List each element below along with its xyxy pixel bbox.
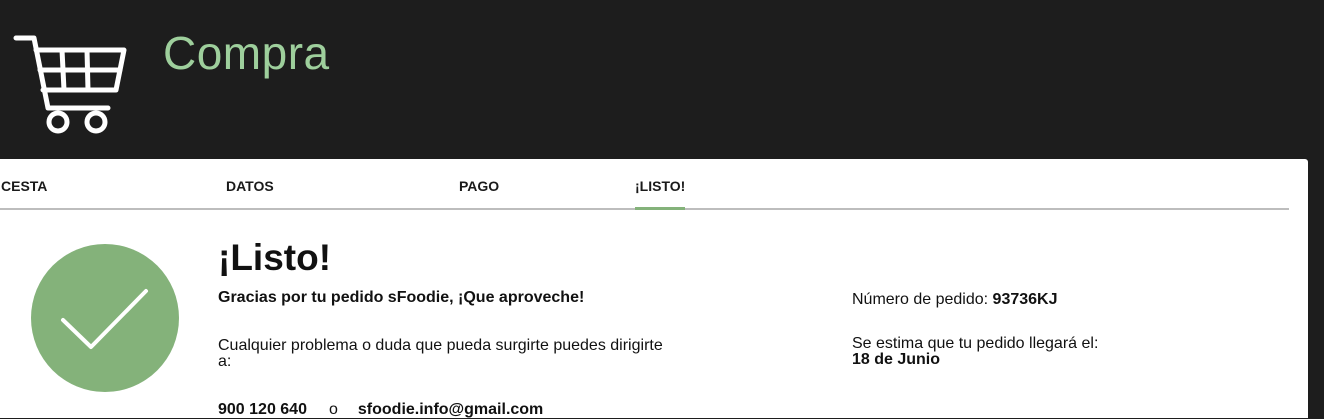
contact-info: 900 120 640 o sfoodie.info@gmail.com [218,401,543,419]
step-cesta[interactable]: CESTA [1,178,47,194]
confirmation-title: ¡Listo! [218,237,332,278]
order-number: Número de pedido: 93736KJ [852,291,1058,309]
email-link[interactable]: sfoodie.info@gmail.com [358,401,543,418]
thanks-message: Gracias por tu pedido sFoodie, ¡Que apro… [218,289,585,306]
order-number-value: 93736KJ [992,291,1058,308]
page-title: Compra [163,27,330,79]
step-listo[interactable]: ¡LISTO! [635,178,686,210]
step-datos[interactable]: DATOS [226,178,274,194]
shopping-cart-icon [13,35,127,134]
checkmark-icon [31,244,179,392]
help-text: Cualquier problema o duda que pueda surg… [218,337,663,370]
eta-date: 18 de Junio [852,351,941,368]
step-pago[interactable]: PAGO [459,178,499,194]
eta-label: Se estima que tu pedido llegará el: [852,335,1099,352]
checkout-panel: CESTA DATOS PAGO ¡LISTO! ¡Listo! Gracias… [0,159,1308,418]
page-header: Compra [0,0,1324,160]
phone-number[interactable]: 900 120 640 [218,401,307,418]
delivery-estimate: Se estima que tu pedido llegará el: 18 d… [852,336,1098,368]
order-number-label: Número de pedido: [852,291,989,308]
checkout-steps: CESTA DATOS PAGO ¡LISTO! [0,159,1289,210]
or-separator: o [328,401,338,418]
